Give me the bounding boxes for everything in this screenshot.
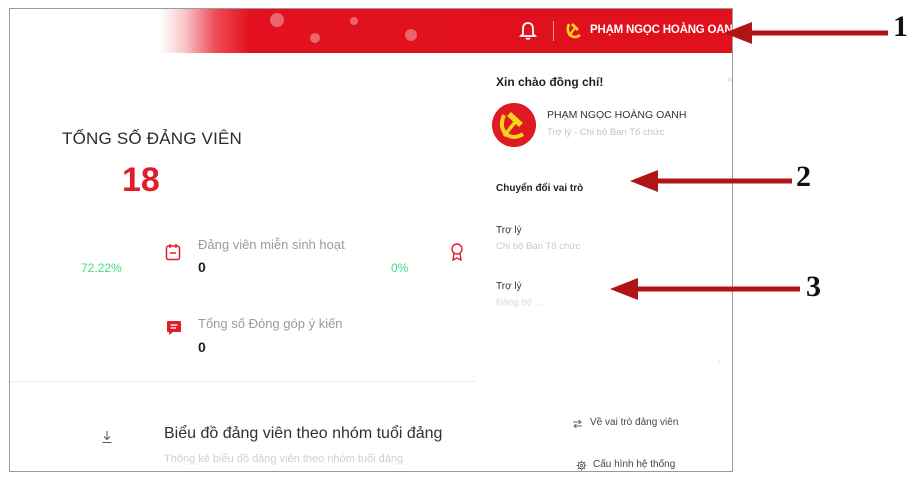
user-dropdown-panel: Xin chào đồng chí! × PHẠM NGỌC HOÀNG OAN… — [480, 53, 732, 471]
total-members-value: 18 — [122, 161, 160, 199]
exempt-members-value: 0 — [198, 259, 206, 275]
header-decoration — [405, 29, 417, 41]
annotation-label-1: 1 — [893, 10, 908, 43]
annotation-arrow-1 — [724, 22, 888, 44]
notification-bell-icon[interactable] — [519, 21, 537, 41]
top-header: PHẠM NGỌC HOÀNG OANH — [10, 9, 732, 53]
switch-role-heading: Chuyển đổi vai trò — [496, 183, 584, 194]
total-members-title: TỔNG SỐ ĐẢNG VIÊN — [62, 129, 243, 148]
mid-percentage: 0% — [391, 261, 409, 275]
header-decoration — [350, 17, 358, 25]
app-window: PHẠM NGỌC HOÀNG OANH TỔNG SỐ ĐẢNG VIÊN 1… — [9, 8, 733, 472]
feedback-icon — [167, 321, 181, 335]
header-decoration — [310, 33, 320, 43]
annotation-label-2: 2 — [796, 160, 811, 193]
gear-icon[interactable] — [576, 460, 587, 471]
annotation-arrow-2 — [630, 170, 792, 192]
download-icon[interactable] — [102, 431, 112, 443]
chart-section-title: Biểu đồ đảng viên theo nhóm tuổi đảng — [164, 425, 443, 442]
exempt-percentage: 72.22% — [81, 261, 122, 275]
header-divider — [553, 21, 554, 41]
role-option-org[interactable]: Chi bộ Ban Tổ chức — [496, 241, 580, 252]
panel-user-name: PHẠM NGỌC HOÀNG OANH — [547, 109, 687, 121]
role-option-org[interactable]: Đảng bộ ... — [496, 297, 542, 308]
role-option-title[interactable]: Trợ lý — [496, 281, 522, 292]
avatar — [492, 103, 536, 147]
calendar-icon — [165, 244, 181, 261]
header-user-name[interactable]: PHẠM NGỌC HOÀNG OANH — [590, 24, 732, 36]
section-divider — [10, 381, 476, 382]
panel-scroll-indicator: • — [718, 357, 722, 367]
party-emblem-icon — [566, 23, 581, 39]
annotation-label-3: 3 — [806, 270, 821, 303]
panel-greeting: Xin chào đồng chí! — [496, 75, 604, 89]
system-config-link[interactable]: Cấu hình hệ thống — [593, 459, 675, 470]
role-option-title[interactable]: Trợ lý — [496, 225, 522, 236]
panel-user-role: Trợ lý - Chi bộ Ban Tổ chức — [547, 127, 665, 138]
panel-close-button[interactable]: × — [727, 75, 732, 86]
chart-section-subtitle: Thống kê biểu đồ đảng viên theo nhóm tuổ… — [164, 453, 404, 465]
annotation-arrow-3 — [610, 278, 800, 300]
header-decoration — [270, 13, 284, 27]
feedback-total-value: 0 — [198, 339, 206, 355]
swap-icon[interactable] — [572, 419, 583, 429]
medal-icon — [451, 243, 463, 261]
back-to-member-role-link[interactable]: Về vai trò đảng viên — [590, 417, 678, 428]
exempt-members-label: Đảng viên miễn sinh hoạt — [198, 237, 345, 252]
feedback-total-label: Tổng số Đóng góp ý kiến — [198, 316, 343, 331]
